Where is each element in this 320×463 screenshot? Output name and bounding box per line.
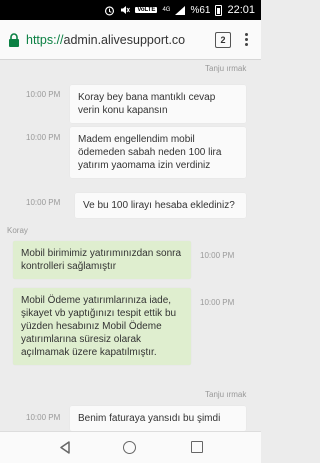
message-time: 10:00 PM bbox=[26, 133, 61, 142]
network-type: 4G bbox=[162, 7, 171, 13]
tab-count: 2 bbox=[220, 34, 226, 45]
address-bar[interactable]: https://admin.alivesupport.co bbox=[26, 33, 206, 47]
lock-icon[interactable] bbox=[8, 32, 20, 47]
agent-name-label: Tanju ırmak bbox=[205, 64, 247, 73]
agent-message: Ve bu 100 lirayı hesaba eklediniz? bbox=[75, 193, 246, 218]
clock: 22:01 bbox=[227, 4, 255, 16]
battery-icon bbox=[215, 4, 223, 16]
agent-message: Benim faturaya yansıdı bu şimdi bbox=[70, 406, 246, 431]
volte-badge: VoLTE bbox=[135, 7, 158, 13]
back-icon[interactable] bbox=[59, 441, 71, 459]
message-time: 10:00 PM bbox=[26, 413, 61, 422]
message-time: 10:00 PM bbox=[26, 198, 61, 207]
system-nav-bar bbox=[0, 431, 261, 463]
message-time: 10:00 PM bbox=[200, 251, 235, 260]
battery-percent: %61 bbox=[190, 4, 211, 16]
url-host: admin.alivesupport.co bbox=[63, 32, 186, 47]
status-bar: VoLTE 4G %61 22:01 bbox=[0, 0, 261, 20]
url-scheme: https:// bbox=[26, 32, 64, 47]
agent-message: Koray bey bana mantıklı cevap verin konu… bbox=[70, 85, 246, 123]
alarm-icon bbox=[104, 5, 115, 16]
agent-message: Madem engellendim mobil ödemeden sabah n… bbox=[70, 127, 246, 178]
agent-name-label: Tanju ırmak bbox=[205, 390, 247, 399]
home-icon[interactable] bbox=[123, 441, 136, 454]
customer-message: Mobil Ödeme yatırımlarınıza iade, şikaye… bbox=[13, 288, 191, 365]
tab-switcher-button[interactable]: 2 bbox=[215, 31, 231, 48]
customer-name-label: Koray bbox=[7, 226, 28, 235]
signal-icon bbox=[175, 5, 186, 15]
recent-apps-icon[interactable] bbox=[191, 441, 203, 453]
browser-toolbar: https://admin.alivesupport.co 2 bbox=[0, 20, 261, 60]
chat-transcript: Tanju ırmak 10:00 PM Koray bey bana mant… bbox=[0, 60, 261, 431]
message-time: 10:00 PM bbox=[200, 298, 235, 307]
overflow-menu-icon[interactable] bbox=[244, 33, 248, 46]
mute-icon bbox=[120, 5, 131, 15]
message-time: 10:00 PM bbox=[26, 90, 61, 99]
customer-message: Mobil birimimiz yatırımınızdan sonra kon… bbox=[13, 241, 191, 279]
